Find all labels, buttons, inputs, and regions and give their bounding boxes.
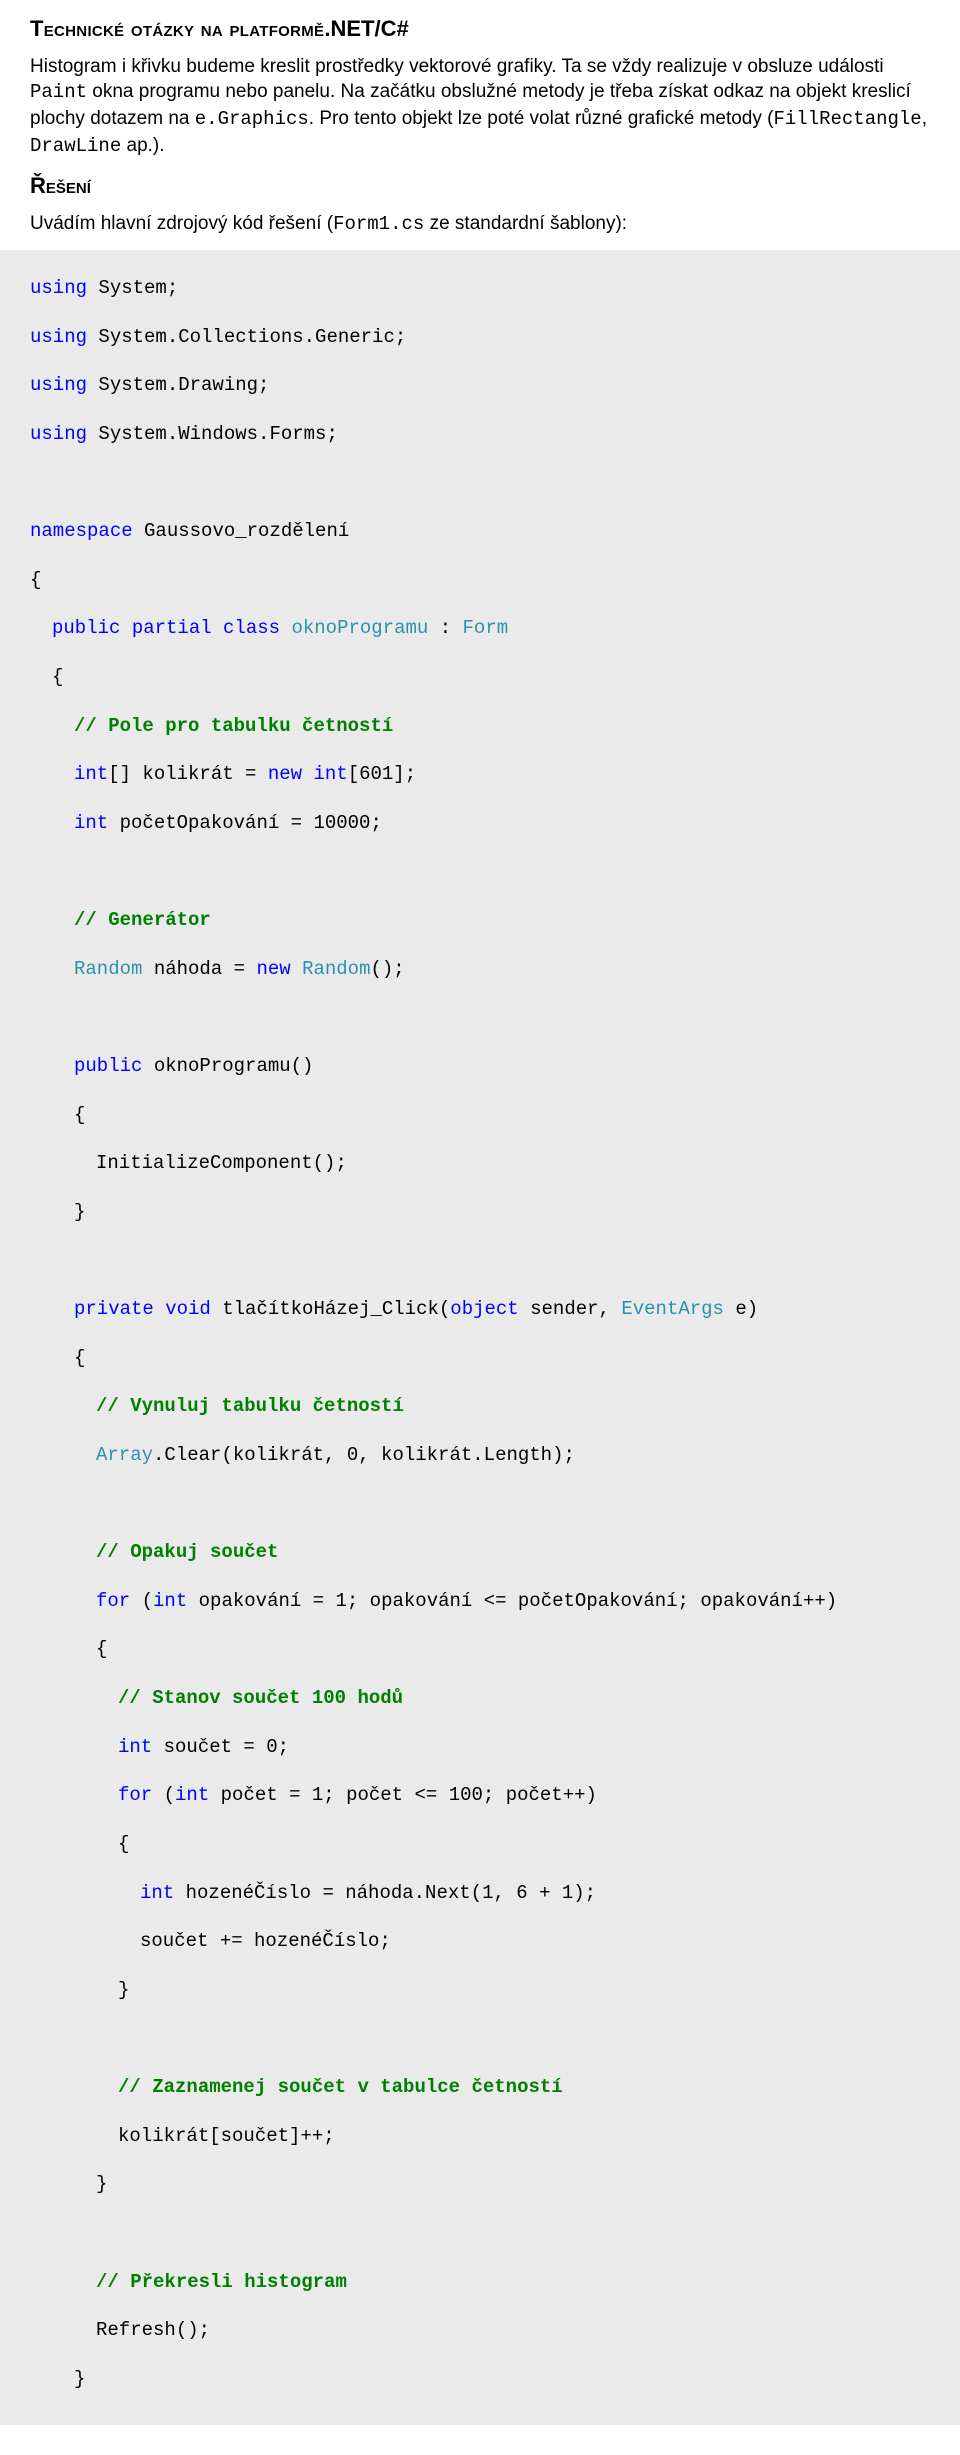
comment: // Vynuluj tabulku četností [96,1395,404,1417]
code-text: kolikrát[součet]++; [118,2125,335,2147]
brace: } [74,1201,85,1223]
code-text: [] kolikrát = [108,763,268,785]
code-text: početOpakování = 10000; [108,812,382,834]
code-block: using System; using System.Collections.G… [0,250,960,2426]
code-text: Refresh(); [96,2319,210,2341]
code-text: oknoProgramu() [142,1055,313,1077]
kw-object: object [450,1298,518,1320]
kw-partial: partial [120,617,223,639]
comment: // Opakuj součet [96,1541,278,1563]
code-text: System.Windows.Forms; [87,423,338,445]
code-text: náhoda = [142,958,256,980]
intro-paragraph: Histogram i křivku budeme kreslit prostř… [30,54,930,160]
kw-int: int [74,763,108,785]
code-text: [601]; [348,763,416,785]
code-text: e) [724,1298,758,1320]
comment: // Zaznamenej součet v tabulce četností [118,2076,563,2098]
kw-private: private [74,1298,154,1320]
kw-int: int [175,1784,209,1806]
kw-class: class [223,617,280,639]
brace: { [96,1638,107,1660]
comment: // Pole pro tabulku četností [74,715,393,737]
inline-code-form1cs: Form1.cs [333,213,424,235]
code-text: sender, [519,1298,622,1320]
code-text: ( [130,1590,153,1612]
page-title: Technické otázky na platformě.NET/C# [30,14,930,44]
brace: } [74,2368,85,2390]
code-text: System; [87,277,178,299]
inline-code-drawline: DrawLine [30,135,121,157]
inline-code-egraphics: e.Graphics [195,108,309,130]
kw-using: using [30,277,87,299]
p1-text-d: , [922,108,927,129]
p2-text-b: ze standardní šablony): [424,213,627,234]
code-text: ( [152,1784,175,1806]
code-text: System.Drawing; [87,374,269,396]
kw-new: new [256,958,290,980]
code-text: .Clear(kolikrát, 0, kolikrát.Length); [153,1444,575,1466]
reseni-paragraph: Uvádím hlavní zdrojový kód řešení (Form1… [30,211,930,238]
kw-public: public [74,1055,142,1077]
kw-namespace: namespace [30,520,133,542]
kw-int: int [140,1882,174,1904]
p1-text-a: Histogram i křivku budeme kreslit prostř… [30,56,884,77]
code-text: hozenéČíslo = náhoda.Next(1, 6 + 1); [174,1882,596,1904]
kw-int: int [153,1590,187,1612]
comment: // Generátor [74,909,211,931]
code-text: Gaussovo_rozdělení [133,520,350,542]
code-text: součet = 0; [152,1736,289,1758]
brace: } [118,1979,129,2001]
type-array: Array [96,1444,153,1466]
code-text: InitializeComponent(); [96,1152,347,1174]
kw-new: new [268,763,302,785]
type-form: Form [463,617,509,639]
kw-for: for [118,1784,152,1806]
inline-code-fillrect: FillRectangle [773,108,921,130]
p1-text-c: . Pro tento objekt lze poté volat různé … [309,108,774,129]
kw-int: int [302,763,348,785]
code-text: System.Collections.Generic; [87,326,406,348]
comment: // Stanov součet 100 hodů [118,1687,403,1709]
type-eventargs: EventArgs [621,1298,724,1320]
code-text: počet = 1; počet <= 100; počet++) [209,1784,597,1806]
subheading-reseni: Řešení [30,171,930,201]
code-text: : [428,617,462,639]
brace: { [74,1104,85,1126]
kw-using: using [30,326,87,348]
type-random: Random [74,958,142,980]
type-random: Random [302,958,370,980]
title-part-a: Technické otázky na platformě [30,16,324,41]
kw-void: void [154,1298,211,1320]
inline-code-paint: Paint [30,81,87,103]
p1-text-e: ap.). [121,135,164,156]
type-oknoprogramu: oknoProgramu [280,617,428,639]
code-text: opakování = 1; opakování <= početOpaková… [187,1590,837,1612]
brace: { [118,1833,129,1855]
kw-public: public [52,617,120,639]
code-text: (); [371,958,405,980]
code-text: součet += hozenéČíslo; [140,1930,391,1952]
brace: { [74,1347,85,1369]
kw-int: int [118,1736,152,1758]
kw-for: for [96,1590,130,1612]
p2-text-a: Uvádím hlavní zdrojový kód řešení ( [30,213,333,234]
kw-using: using [30,423,87,445]
code-text: tlačítkoHázej_Click( [211,1298,450,1320]
comment: // Překresli histogram [96,2271,347,2293]
brace: { [52,666,63,688]
kw-using: using [30,374,87,396]
title-part-b: .NET/C# [324,16,408,41]
brace: } [96,2173,107,2195]
kw-int: int [74,812,108,834]
brace: { [30,569,41,591]
